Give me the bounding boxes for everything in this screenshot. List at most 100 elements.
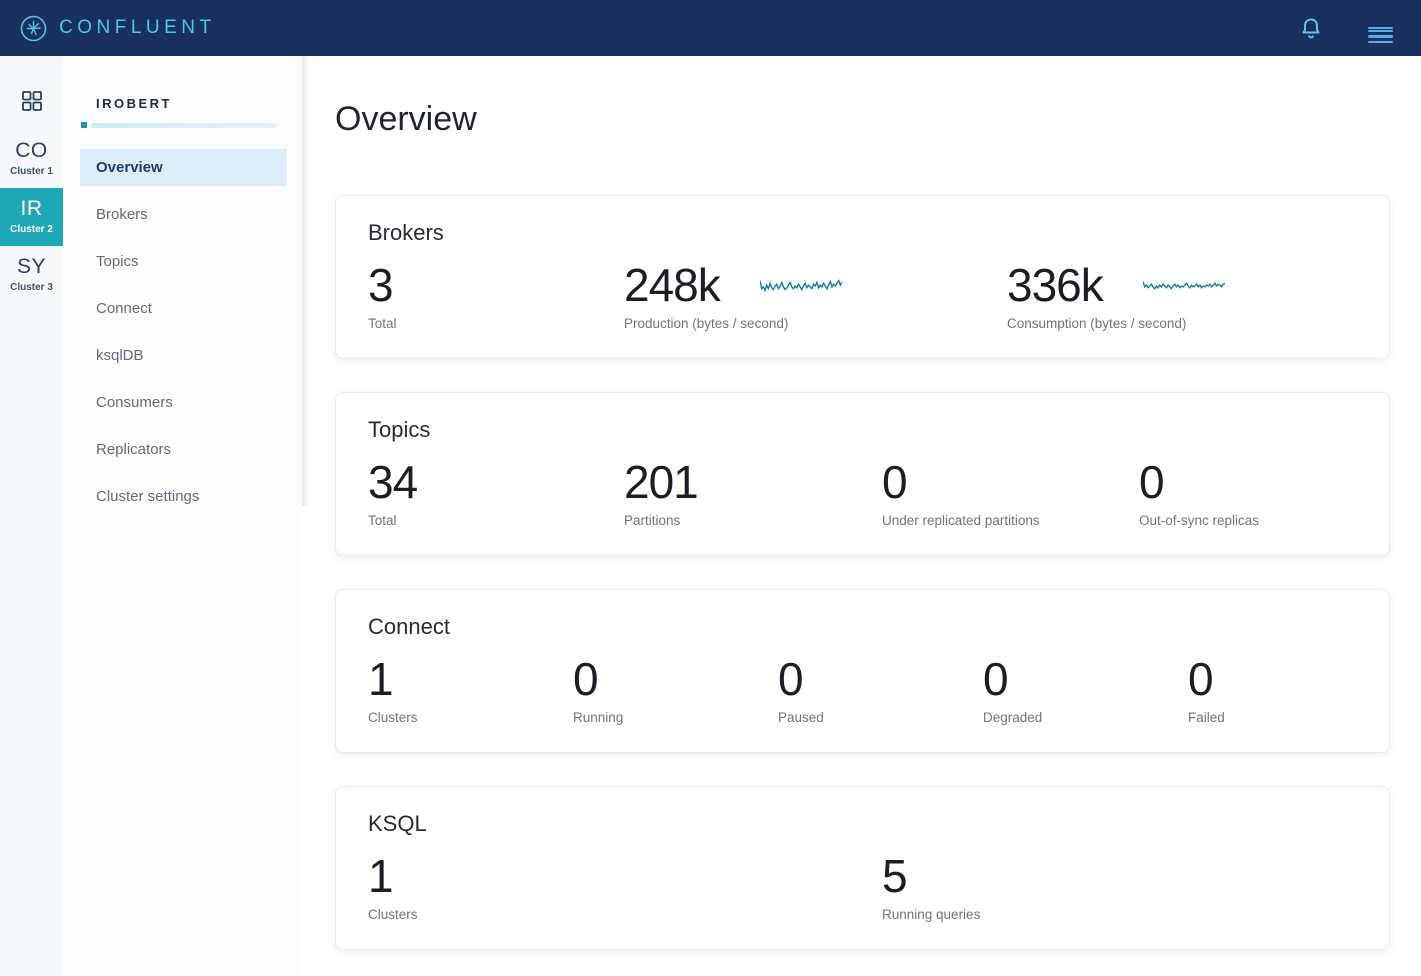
stat-top: 201 xyxy=(624,457,882,507)
confluent-logo[interactable]: CONFLUENT xyxy=(20,15,216,42)
stat-topics-partitions: 201 Partitions xyxy=(624,457,882,528)
stat-top: 0 xyxy=(882,457,1139,507)
cluster-initials: CO xyxy=(0,139,63,163)
cluster-rail-item-cluster-2[interactable]: IR Cluster 2 xyxy=(0,188,63,246)
stat-topics-under-replicated-partitions: 0 Under replicated partitions xyxy=(882,457,1139,528)
stat-value: 0 xyxy=(1139,457,1164,507)
clusters-home-button[interactable] xyxy=(0,56,63,130)
sidebar-item-brokers[interactable]: Brokers xyxy=(80,196,287,233)
stat-top: 0 xyxy=(778,654,983,704)
stat-top: 0 xyxy=(1188,654,1357,704)
card-stats: 1 Clusters5 Running queries xyxy=(368,851,1357,922)
stat-value: 336k xyxy=(1007,260,1103,310)
cluster-rail-item-cluster-3[interactable]: SY Cluster 3 xyxy=(0,246,63,304)
ksql-card[interactable]: KSQL 1 Clusters5 Running queries xyxy=(335,786,1390,950)
sidebar-item-connect[interactable]: Connect xyxy=(80,290,287,327)
cluster-name-heading: IROBERT xyxy=(96,96,287,111)
stat-ksql-running-queries: 5 Running queries xyxy=(882,851,1357,922)
stat-value: 201 xyxy=(624,457,698,507)
cluster-sidebar: IROBERT Overview Brokers Topics Connect ksql… xyxy=(63,56,302,976)
stat-label: Total xyxy=(368,316,624,331)
cluster-label: Cluster 2 xyxy=(0,224,63,235)
cluster-rail-item-cluster-1[interactable]: CO Cluster 1 xyxy=(0,130,63,188)
card-stats: 3 Total248k Production (bytes / second)336… xyxy=(368,260,1357,331)
stat-connect-failed: 0 Failed xyxy=(1188,654,1357,725)
main-content: Overview Brokers3Total248kProduction (by… xyxy=(302,56,1421,976)
stat-label: Under replicated partitions xyxy=(882,513,1139,528)
stat-label: Production (bytes / second) xyxy=(624,316,1007,331)
cluster-status-bar xyxy=(81,122,277,128)
stat-label: Running queries xyxy=(882,907,1357,922)
stat-connect-running: 0 Running xyxy=(573,654,778,725)
stat-label: Consumption (bytes / second) xyxy=(1007,316,1357,331)
hamburger-icon xyxy=(1368,27,1393,30)
stat-value: 0 xyxy=(778,654,803,704)
brand-name: CONFLUENT xyxy=(59,17,216,39)
app-body: CO Cluster 1 IR Cluster 2 SY Cluster 3 IROBER… xyxy=(0,0,1421,976)
sidebar-item-replicators[interactable]: Replicators xyxy=(80,431,287,468)
card-stats: 1Clusters0Running0Paused0Degraded0Failed xyxy=(368,654,1357,725)
confluent-starburst-icon xyxy=(20,15,47,42)
stat-label: Failed xyxy=(1188,710,1357,725)
stat-value: 34 xyxy=(368,457,417,507)
stat-value: 5 xyxy=(882,851,907,901)
stat-label: Running xyxy=(573,710,778,725)
stat-connect-degraded: 0 Degraded xyxy=(983,654,1188,725)
stat-top: 0 xyxy=(573,654,778,704)
stat-top: 5 xyxy=(882,851,1357,901)
stat-top: 1 xyxy=(368,654,573,704)
status-progress-bar xyxy=(91,123,277,128)
stat-top: 34 xyxy=(368,457,624,507)
stat-top: 248k xyxy=(624,260,1007,310)
stat-value: 1 xyxy=(368,654,393,704)
topics-card[interactable]: Topics34Total201Partitions0Under replica… xyxy=(335,392,1390,556)
navbar-actions xyxy=(1296,12,1403,44)
card-title: Connect xyxy=(368,614,1357,640)
connect-card[interactable]: Connect1Clusters0Running0Paused0Degraded… xyxy=(335,589,1390,753)
stat-label: Degraded xyxy=(983,710,1188,725)
stat-label: Partitions xyxy=(624,513,882,528)
page-title: Overview xyxy=(335,100,1390,139)
grid-2x2-icon xyxy=(21,90,43,112)
stat-label: Total xyxy=(368,513,624,528)
card-title: KSQL xyxy=(368,811,1357,837)
sidebar-item-ksqldb[interactable]: ksqlDB xyxy=(80,337,287,374)
stat-connect-paused: 0 Paused xyxy=(778,654,983,725)
stat-top: 3 xyxy=(368,260,624,310)
stat-topics-out-of-sync-replicas: 0 Out-of-sync replicas xyxy=(1139,457,1357,528)
stat-ksql-clusters: 1 Clusters xyxy=(368,851,882,922)
card-stats: 34Total201Partitions0Under replicated pa… xyxy=(368,457,1357,528)
stat-top: 336k xyxy=(1007,260,1357,310)
brokers-card[interactable]: Brokers3Total248kProduction (bytes / sec… xyxy=(335,195,1390,359)
cluster-label: Cluster 3 xyxy=(0,282,63,293)
cluster-label: Cluster 1 xyxy=(0,166,63,177)
stat-top: 0 xyxy=(1139,457,1357,507)
sidebar-item-overview[interactable]: Overview xyxy=(80,149,287,186)
throughput-sparkline xyxy=(760,275,842,297)
stat-value: 0 xyxy=(882,457,907,507)
stat-label: Out-of-sync replicas xyxy=(1139,513,1357,528)
stat-top: 0 xyxy=(983,654,1188,704)
throughput-sparkline xyxy=(1143,275,1225,297)
hamburger-menu-button[interactable] xyxy=(1364,20,1397,37)
sidebar-item-topics[interactable]: Topics xyxy=(80,243,287,280)
stat-label: Clusters xyxy=(368,710,573,725)
stat-connect-clusters: 1 Clusters xyxy=(368,654,573,725)
card-title: Topics xyxy=(368,417,1357,443)
stat-label: Paused xyxy=(778,710,983,725)
stat-value: 1 xyxy=(368,851,393,901)
sidebar-item-cluster-settings[interactable]: Cluster settings xyxy=(80,478,287,515)
notifications-bell-button[interactable] xyxy=(1296,12,1326,44)
sidebar-item-consumers[interactable]: Consumers xyxy=(80,384,287,421)
stat-brokers-consumption-bytes-second: 336k Consumption (bytes / second) xyxy=(1007,260,1357,331)
stat-brokers-total: 3 Total xyxy=(368,260,624,331)
stat-brokers-production-bytes-second: 248k Production (bytes / second) xyxy=(624,260,1007,331)
cluster-initials: SY xyxy=(0,255,63,279)
status-dot xyxy=(81,122,87,128)
bell-icon xyxy=(1300,16,1322,40)
stat-topics-total: 34 Total xyxy=(368,457,624,528)
cluster-rail: CO Cluster 1 IR Cluster 2 SY Cluster 3 xyxy=(0,56,63,976)
cluster-initials: IR xyxy=(0,197,63,221)
stat-label: Clusters xyxy=(368,907,882,922)
stat-value: 0 xyxy=(1188,654,1213,704)
